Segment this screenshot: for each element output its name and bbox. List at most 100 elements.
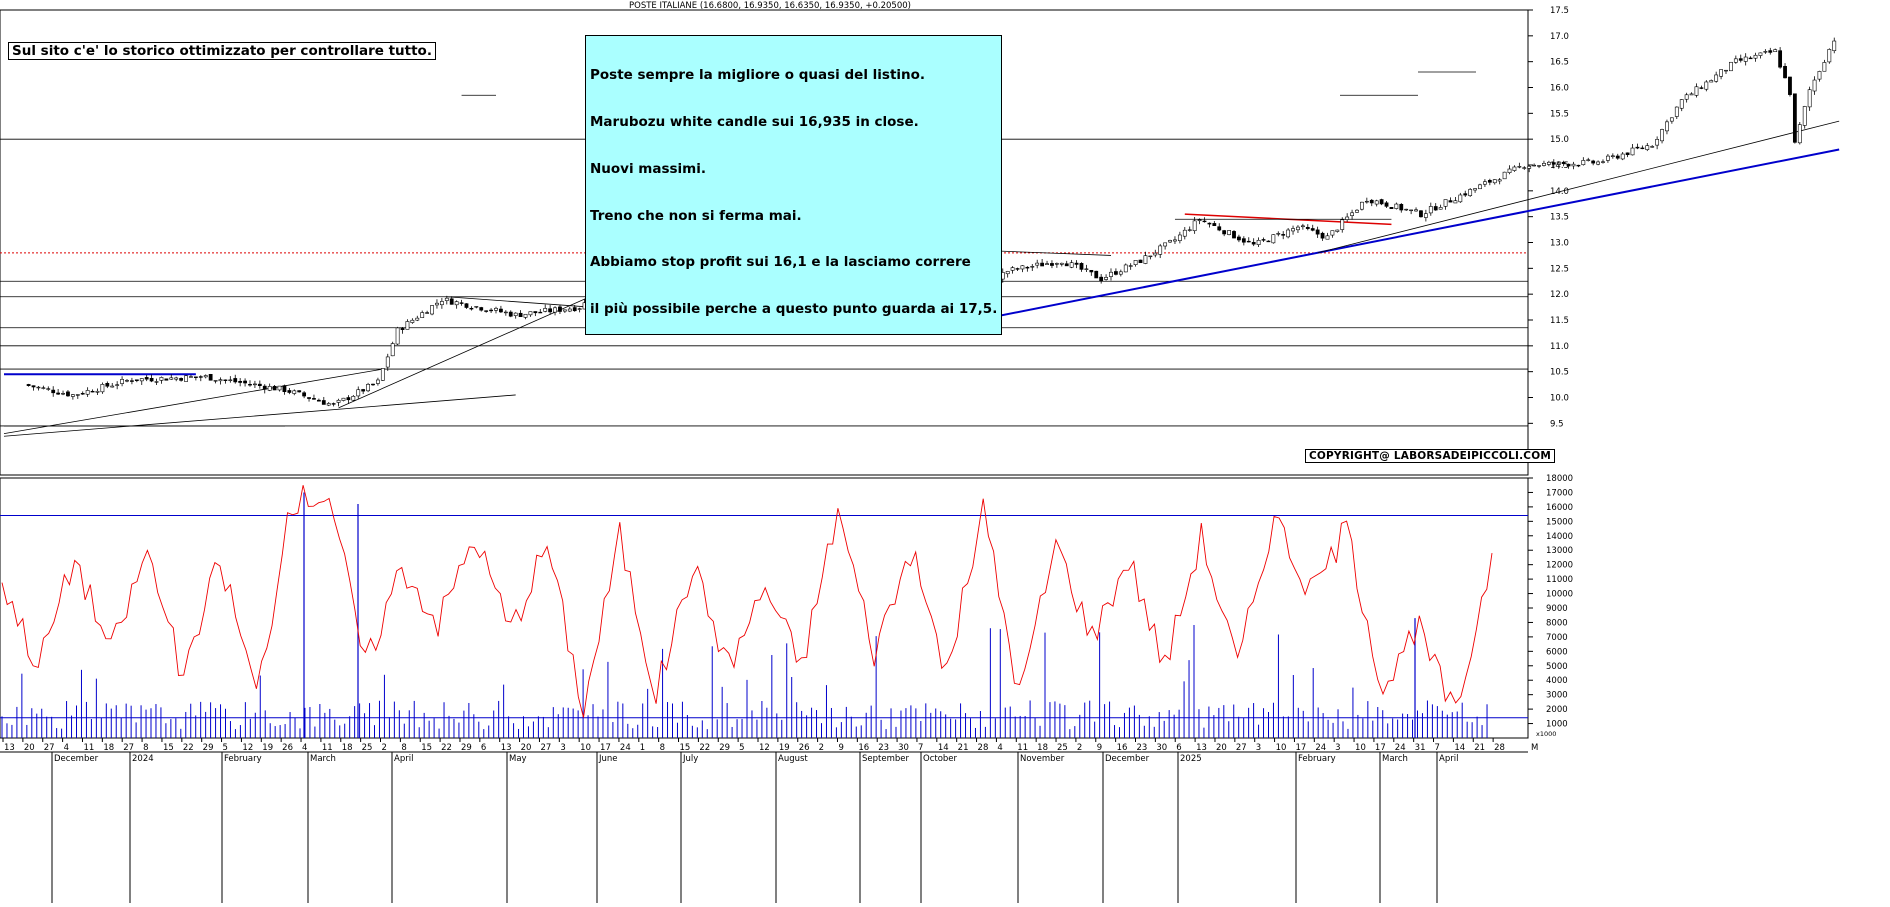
candle-body [130,380,134,382]
candle-body [1261,239,1266,241]
candle-body [1527,166,1532,169]
candle-body [267,386,272,391]
candle-body [233,378,238,383]
candle-body [1330,230,1335,236]
candle-body [1232,231,1236,239]
month-label: February [224,754,262,764]
candle-body [1222,230,1227,235]
candle-body [1173,239,1177,242]
candle-body [1783,65,1787,79]
volume-y-tick-label: 9000 [1546,604,1568,614]
candle-body [1059,262,1064,265]
candle-body [1655,139,1660,146]
candle-body [553,307,557,313]
candle-body [243,380,247,384]
trendline [1317,120,1840,254]
candle-body [1758,52,1763,56]
month-label: July [682,754,698,764]
candle-body [1118,271,1123,275]
candle-body [1109,271,1113,277]
note-line: Marubozu white candle sui 16,935 in clos… [590,113,919,130]
site-note: Sul sito c'e' lo storico ottimizzato per… [8,42,436,60]
candle-body [1719,69,1723,77]
month-label: June [598,754,618,764]
candle-body [326,403,331,406]
candle-body [1463,193,1468,196]
volume-y-tick-label: 1000 [1546,720,1568,730]
candle-body [1615,155,1620,159]
candle-body [1182,229,1187,237]
price-y-tick-label: 11.0 [1550,342,1569,352]
candle-body [1542,162,1546,166]
copyright-label: COPYRIGHT@ LABORSADEIPICCOLI.COM [1305,449,1555,463]
trendline [938,148,1840,329]
candle-body [484,310,489,312]
candle-body [454,301,459,306]
candle-body [366,384,370,392]
candle-body [100,384,105,393]
volume-panel [1,485,1493,738]
price-y-tick-label: 17.0 [1550,32,1569,42]
month-label: February [1298,754,1336,764]
candle-body [125,380,129,382]
candle-body [1428,206,1433,214]
candle-body [499,308,503,313]
volume-y-tick-label: 7000 [1546,633,1568,643]
candle-body [56,392,61,395]
candle-body [1394,203,1399,209]
candle-body [253,383,257,386]
candle-body [1448,200,1453,203]
candle-body [1187,229,1192,231]
candle-body [1522,167,1527,169]
candle-body [312,398,316,400]
price-y-tick-label: 13.5 [1550,213,1569,223]
candle-body [1133,260,1138,265]
candle-body [85,390,90,395]
candle-body [1497,179,1502,182]
candle-body [1738,58,1743,61]
candle-body [1433,206,1438,211]
note-line: Poste sempre la migliore o quasi del lis… [590,67,926,84]
price-y-tick-label: 15.0 [1550,135,1569,145]
candle-body [248,384,252,386]
candle-body [1832,40,1837,52]
candle-body [331,403,336,405]
candle-body [193,376,198,378]
candle-body [1635,146,1640,149]
month-label: March [310,754,336,764]
candle-body [543,308,548,312]
candle-body [1054,263,1059,265]
price-y-tick-label: 16.0 [1550,84,1569,94]
candle-body [1473,188,1477,191]
candle-body [1468,189,1473,196]
price-y-tick-label: 15.5 [1550,109,1569,119]
candle-body [1807,89,1812,108]
candle-body [1483,181,1487,185]
candle-body [1797,124,1802,144]
candle-body [346,397,351,401]
candle-body [1517,166,1522,168]
candle-body [169,377,174,380]
candle-body [189,376,193,378]
candle-body [1345,216,1350,220]
candle-body [75,394,80,396]
candle-body [1163,242,1168,247]
candle-body [1827,49,1832,63]
candle-body [184,375,188,382]
candle-body [174,377,179,380]
candle-body [1689,93,1694,96]
month-label: August [778,754,808,764]
candle-body [1610,155,1615,157]
candle-body [1050,263,1054,266]
candle-body [321,400,326,405]
x-tick-label: M [1531,743,1538,753]
candle-body [70,394,75,397]
candle-body [297,390,302,393]
candle-body [90,390,95,393]
candle-body [1286,229,1291,238]
candle-body [1817,71,1822,80]
candle-body [1300,225,1305,228]
candle-body [395,327,400,345]
candle-body [1177,234,1182,241]
candle-body [405,321,410,330]
